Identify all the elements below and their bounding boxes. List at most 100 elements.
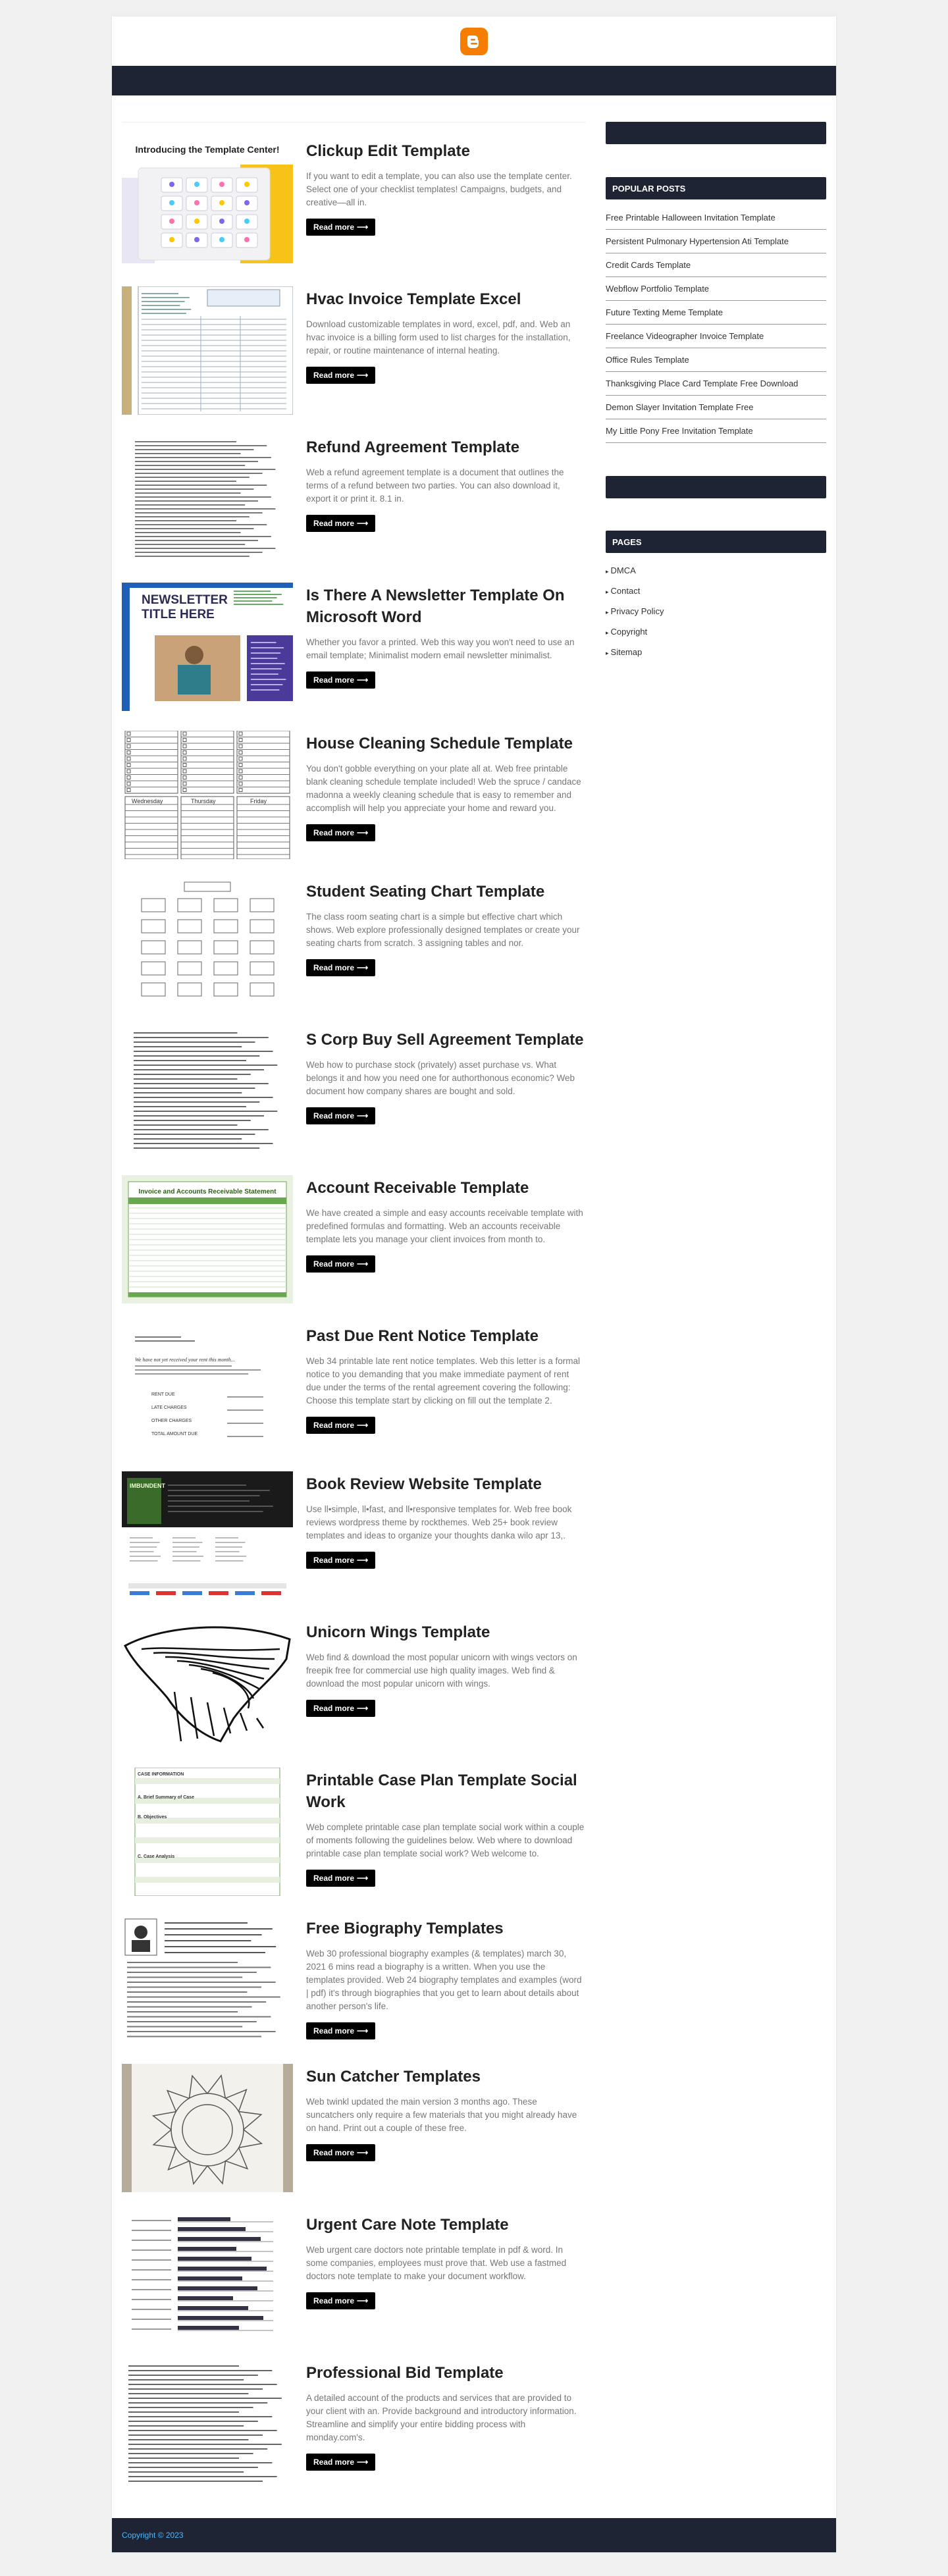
read-more-label: Read more [313, 223, 355, 232]
thumbnail-image [122, 286, 293, 415]
post-title[interactable]: Hvac Invoice Template Excel [306, 288, 586, 310]
post-title[interactable]: Account Receivable Template [306, 1177, 586, 1199]
thumbnail-image: NEWSLETTERTITLE HERE [122, 583, 293, 711]
page-link[interactable]: ▸ Contact [606, 581, 826, 602]
post-snippet: The class room seating chart is a simple… [306, 912, 580, 948]
svg-text:RENT DUE: RENT DUE [151, 1392, 175, 1397]
post-snippet: You don't gobble everything on your plat… [306, 764, 581, 813]
read-more-button[interactable]: Read more ⟶ [306, 671, 376, 689]
read-more-button[interactable]: Read more ⟶ [306, 1255, 376, 1273]
post-thumbnail[interactable]: IMBUNDENT [122, 1471, 293, 1600]
popular-post-link[interactable]: Free Printable Halloween Invitation Temp… [606, 206, 826, 230]
post-item: Refund Agreement Template Web a refund a… [122, 434, 586, 583]
post-item: We have not yet received your rent this … [122, 1323, 586, 1471]
popular-post-link[interactable]: Future Texting Meme Template [606, 301, 826, 325]
post-body: Printable Case Plan Template Social Work… [306, 1768, 586, 1916]
post-thumbnail[interactable] [122, 1027, 293, 1155]
thumbnail-image [122, 1916, 293, 2044]
read-more-button[interactable]: Read more ⟶ [306, 219, 376, 236]
arrow-right-icon: ⟶ [357, 2296, 369, 2305]
post-title[interactable]: House Cleaning Schedule Template [306, 733, 586, 754]
post-title[interactable]: Student Seating Chart Template [306, 881, 586, 903]
post-item: Unicorn Wings Template Web find & downlo… [122, 1619, 586, 1768]
svg-text:Thursday: Thursday [191, 798, 216, 804]
svg-text:Wednesday: Wednesday [132, 798, 163, 804]
caret-right-icon: ▸ [606, 568, 609, 575]
sidebar: POPULAR POSTS Free Printable Halloween I… [606, 122, 826, 2508]
post-title[interactable]: Printable Case Plan Template Social Work [306, 1770, 586, 1813]
read-more-button[interactable]: Read more ⟶ [306, 1870, 376, 1887]
read-more-button[interactable]: Read more ⟶ [306, 515, 376, 532]
post-thumbnail[interactable]: CASE INFORMATION A. Brief Summary of Case… [122, 1768, 293, 1896]
read-more-button[interactable]: Read more ⟶ [306, 367, 376, 384]
post-thumbnail[interactable]: We have not yet received your rent this … [122, 1323, 293, 1452]
caret-right-icon: ▸ [606, 629, 609, 636]
post-thumbnail[interactable] [122, 2360, 293, 2488]
read-more-button[interactable]: Read more ⟶ [306, 1552, 376, 1569]
post-title[interactable]: Past Due Rent Notice Template [306, 1325, 586, 1347]
arrow-right-icon: ⟶ [357, 1111, 369, 1120]
svg-text:NEWSLETTER: NEWSLETTER [142, 593, 228, 607]
post-thumbnail[interactable]: Invoice and Accounts Receivable Statemen… [122, 1175, 293, 1303]
read-more-button[interactable]: Read more ⟶ [306, 824, 376, 841]
page-link[interactable]: ▸ Privacy Policy [606, 602, 826, 622]
post-thumbnail[interactable] [122, 1916, 293, 2044]
post-title[interactable]: Refund Agreement Template [306, 436, 586, 458]
thumbnail-image: Introducing the Template Center! [122, 138, 293, 267]
post-snippet: We have created a simple and easy accoun… [306, 1208, 583, 1244]
arrow-right-icon: ⟶ [357, 1556, 369, 1565]
post-title[interactable]: Free Biography Templates [306, 1918, 586, 1939]
read-more-button[interactable]: Read more ⟶ [306, 1700, 376, 1717]
thumbnail-image [122, 2212, 293, 2340]
post-title[interactable]: Unicorn Wings Template [306, 1621, 586, 1643]
post-thumbnail[interactable]: NEWSLETTER TITLE HERE [122, 583, 293, 711]
popular-post-link[interactable]: Demon Slayer Invitation Template Free [606, 396, 826, 419]
post-title[interactable]: Urgent Care Note Template [306, 2214, 586, 2236]
svg-text:OTHER CHARGES: OTHER CHARGES [151, 1419, 192, 1423]
arrow-right-icon: ⟶ [357, 371, 369, 380]
read-more-button[interactable]: Read more ⟶ [306, 959, 376, 976]
read-more-button[interactable]: Read more ⟶ [306, 2144, 376, 2161]
post-thumbnail[interactable] [122, 1619, 293, 1748]
read-more-button[interactable]: Read more ⟶ [306, 2292, 376, 2309]
read-more-button[interactable]: Read more ⟶ [306, 2022, 376, 2039]
post-body: Past Due Rent Notice Template Web 34 pri… [306, 1323, 586, 1471]
popular-post-link[interactable]: Credit Cards Template [606, 253, 826, 277]
post-body: Urgent Care Note Template Web urgent car… [306, 2212, 586, 2360]
thumbnail-image: Invoice and Accounts Receivable Statemen… [122, 1175, 293, 1303]
thumbnail-image [122, 1619, 293, 1748]
post-thumbnail[interactable] [122, 2064, 293, 2192]
post-title[interactable]: S Corp Buy Sell Agreement Template [306, 1029, 586, 1051]
post-thumbnail[interactable]: Introducing the Template Center! [122, 138, 293, 267]
sidebar-widget-bar [606, 476, 826, 498]
popular-post-link[interactable]: Thanksgiving Place Card Template Free Do… [606, 372, 826, 396]
post-title[interactable]: Sun Catcher Templates [306, 2066, 586, 2088]
read-more-button[interactable]: Read more ⟶ [306, 1107, 376, 1124]
post-title[interactable]: Is There A Newsletter Template On Micros… [306, 585, 586, 628]
post-thumbnail[interactable] [122, 286, 293, 415]
post-snippet: Web 30 professional biography examples (… [306, 1949, 582, 2011]
page-link[interactable]: ▸ DMCA [606, 561, 826, 581]
post-title[interactable]: Clickup Edit Template [306, 140, 586, 162]
post-thumbnail[interactable] [122, 2212, 293, 2340]
popular-posts-heading: POPULAR POSTS [606, 177, 826, 199]
popular-post-link[interactable]: Persistent Pulmonary Hypertension Ati Te… [606, 230, 826, 253]
popular-post-link[interactable]: My Little Pony Free Invitation Template [606, 419, 826, 443]
read-more-button[interactable]: Read more ⟶ [306, 1417, 376, 1434]
post-item: Free Biography Templates Web 30 professi… [122, 1916, 586, 2064]
post-thumbnail[interactable]: Wednesday Thursday Friday [122, 731, 293, 859]
page-link[interactable]: ▸ Sitemap [606, 643, 826, 663]
post-item: S Corp Buy Sell Agreement Template Web h… [122, 1027, 586, 1175]
arrow-right-icon: ⟶ [357, 2458, 369, 2467]
popular-post-link[interactable]: Freelance Videographer Invoice Template [606, 325, 826, 348]
read-more-button[interactable]: Read more ⟶ [306, 2454, 376, 2471]
post-title[interactable]: Professional Bid Template [306, 2362, 586, 2384]
post-thumbnail[interactable] [122, 434, 293, 563]
post-title[interactable]: Book Review Website Template [306, 1473, 586, 1495]
popular-post-link[interactable]: Office Rules Template [606, 348, 826, 372]
post-item: Student Seating Chart Template The class… [122, 879, 586, 1027]
post-thumbnail[interactable] [122, 879, 293, 1007]
blogger-icon[interactable] [460, 27, 488, 55]
popular-post-link[interactable]: Webflow Portfolio Template [606, 277, 826, 301]
page-link[interactable]: ▸ Copyright [606, 622, 826, 643]
